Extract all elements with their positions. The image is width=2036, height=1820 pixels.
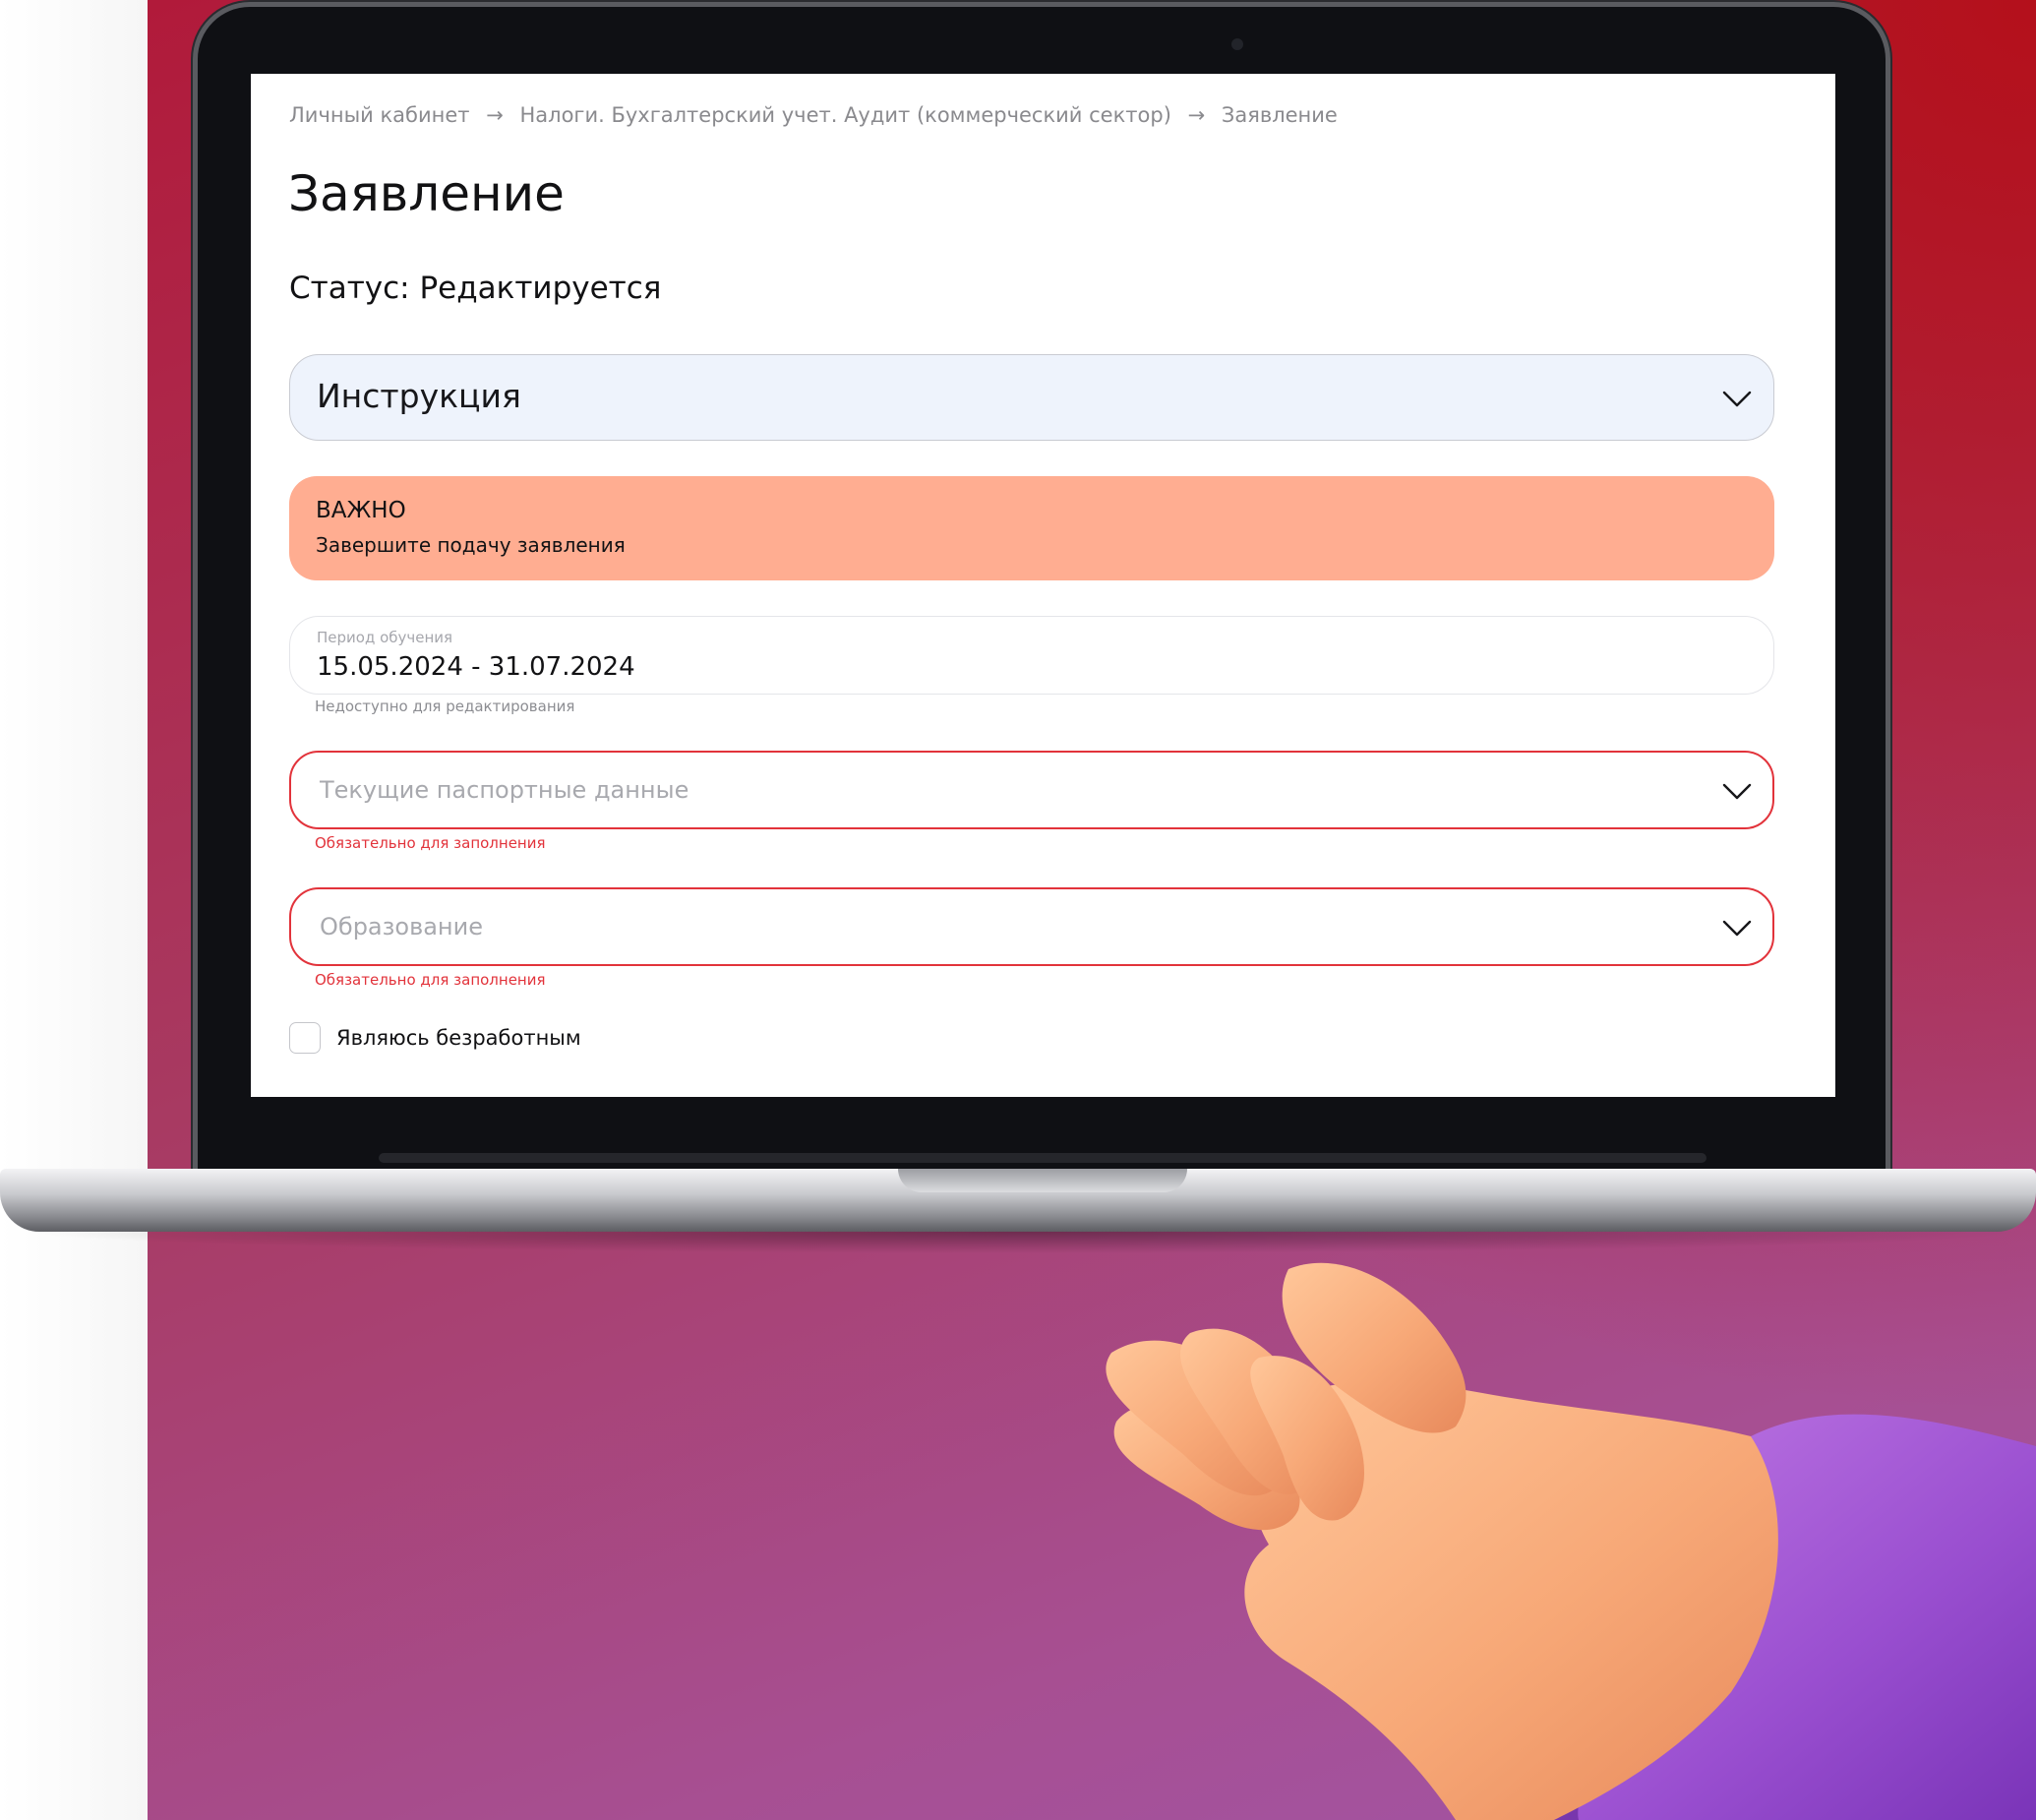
marketing-stage: Личный кабинет → Налоги. Бухгалтерский у…	[0, 0, 2036, 1820]
chevron-down-icon	[1722, 783, 1752, 800]
passport-select[interactable]: Текущие паспортные данные	[289, 751, 1774, 829]
webcam-icon	[1231, 38, 1243, 50]
education-error: Обязательно для заполнения	[315, 971, 546, 989]
left-margin	[0, 0, 148, 1820]
laptop-hinge	[379, 1153, 1707, 1163]
breadcrumb-arrow-icon: →	[1187, 103, 1206, 127]
study-period-value: 15.05.2024 - 31.07.2024	[317, 652, 635, 682]
education-select[interactable]: Образование	[289, 887, 1774, 966]
instruction-label: Инструкция	[317, 377, 521, 415]
laptop-screen: Личный кабинет → Налоги. Бухгалтерский у…	[251, 74, 1835, 1097]
chevron-down-icon	[1722, 920, 1752, 937]
hand-illustration	[1106, 1262, 2036, 1820]
breadcrumb-item-current: Заявление	[1221, 103, 1338, 127]
study-period-field: Период обучения 15.05.2024 - 31.07.2024	[289, 616, 1774, 695]
laptop-notch	[898, 1169, 1187, 1192]
unemployed-label: Являюсь безработным	[336, 1026, 581, 1050]
education-placeholder: Образование	[320, 913, 483, 940]
chevron-down-icon	[1722, 391, 1752, 407]
status-text: Статус: Редактируется	[289, 271, 662, 306]
study-period-helper: Недоступно для редактирования	[315, 698, 575, 715]
unemployed-checkbox[interactable]	[289, 1022, 321, 1054]
important-alert: ВАЖНО Завершите подачу заявления	[289, 476, 1774, 580]
alert-text: Завершите подачу заявления	[316, 533, 626, 557]
passport-placeholder: Текущие паспортные данные	[320, 776, 689, 804]
alert-title: ВАЖНО	[316, 498, 406, 523]
page-title: Заявление	[288, 165, 565, 222]
passport-error: Обязательно для заполнения	[315, 834, 546, 852]
breadcrumb-item-course[interactable]: Налоги. Бухгалтерский учет. Аудит (комме…	[520, 103, 1171, 127]
breadcrumb-item-cabinet[interactable]: Личный кабинет	[289, 103, 470, 127]
breadcrumb: Личный кабинет → Налоги. Бухгалтерский у…	[289, 103, 1338, 127]
instruction-accordion[interactable]: Инструкция	[289, 354, 1774, 441]
breadcrumb-arrow-icon: →	[486, 103, 504, 127]
study-period-label: Период обучения	[317, 629, 453, 646]
